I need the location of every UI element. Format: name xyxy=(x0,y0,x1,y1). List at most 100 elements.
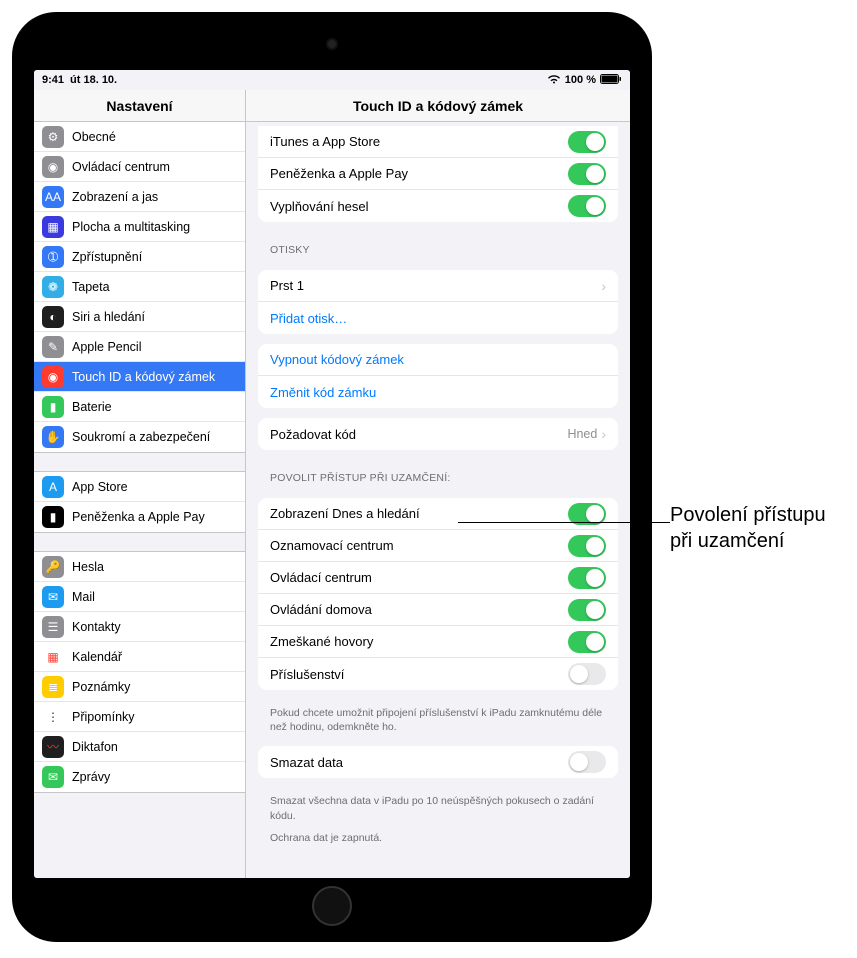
toggle-itunes[interactable] xyxy=(568,131,606,153)
wallpaper-icon: ❁ xyxy=(42,276,64,298)
detail-pane: Touch ID a kódový zámek iTunes a App Sto… xyxy=(246,90,630,878)
sidebar-item-label: Touch ID a kódový zámek xyxy=(72,370,237,384)
sidebar-item-accessibility[interactable]: ➀Zpřístupnění xyxy=(34,242,245,272)
fingerprints-group: Prst 1 › Přidat otisk… xyxy=(258,270,618,334)
sidebar-item-label: Apple Pencil xyxy=(72,340,237,354)
privacy-icon: ✋ xyxy=(42,426,64,448)
toggle-notifications[interactable] xyxy=(568,535,606,557)
sidebar-item-label: Zpřístupnění xyxy=(72,250,237,264)
toggle-missedcalls-row: Zmeškané hovory xyxy=(258,626,618,658)
sidebar-item-label: Soukromí a zabezpečení xyxy=(72,430,237,444)
require-value: Hned xyxy=(567,427,597,441)
erase-footer-2: Ochrana dat je zapnutá. xyxy=(258,825,618,847)
notes-icon: ≣ xyxy=(42,676,64,698)
toggle-erase[interactable] xyxy=(568,751,606,773)
toggle-notifications-row: Oznamovací centrum xyxy=(258,530,618,562)
sidebar-item-label: Kalendář xyxy=(72,650,237,664)
callout-text: Povolení přístupu při uzamčení xyxy=(670,502,840,554)
chevron-icon: › xyxy=(601,278,606,294)
sidebar-item-wallpaper[interactable]: ❁ Tapeta xyxy=(34,272,245,302)
toggle-autofill[interactable] xyxy=(568,195,606,217)
sidebar-item-label: Siri a hledání xyxy=(72,310,237,324)
toggle-label: Peněženka a Apple Pay xyxy=(270,166,568,181)
chevron-icon: › xyxy=(601,426,606,442)
sidebar-item-contacts[interactable]: ☰Kontakty xyxy=(34,612,245,642)
wallet-icon: ▮ xyxy=(42,506,64,528)
toggle-missedcalls[interactable] xyxy=(568,631,606,653)
sidebar-item-siri[interactable]: ◐Siri a hledání xyxy=(34,302,245,332)
add-fingerprint-button[interactable]: Přidat otisk… xyxy=(258,302,618,334)
sidebar-item-label: Tapeta xyxy=(72,280,237,294)
erase-group: Smazat data xyxy=(258,746,618,778)
sidebar-item-label: App Store xyxy=(72,480,237,494)
lock-access-header: POVOLIT PŘÍSTUP PŘI UZAMČENÍ: xyxy=(258,460,618,488)
sidebar-item-wallet[interactable]: ▮ Peněženka a Apple Pay xyxy=(34,502,245,532)
sidebar-item-appstore[interactable]: A App Store xyxy=(34,472,245,502)
status-date: út 18. 10. xyxy=(70,74,117,86)
detail-scroll[interactable]: iTunes a App Store Peněženka a Apple Pay V… xyxy=(246,122,630,878)
fingerprints-header: OTISKY xyxy=(258,232,618,260)
sidebar-item-general[interactable]: ⚙Obecné xyxy=(34,122,245,152)
fingerprint-row[interactable]: Prst 1 › xyxy=(258,270,618,302)
status-time: 9:41 xyxy=(42,74,64,86)
sidebar-item-label: Kontakty xyxy=(72,620,237,634)
sidebar-item-label: Připomínky xyxy=(72,710,237,724)
home-button[interactable] xyxy=(312,886,352,926)
sidebar-item-label: Peněženka a Apple Pay xyxy=(72,510,237,524)
appstore-icon: A xyxy=(42,476,64,498)
toggle-label: Zmeškané hovory xyxy=(270,634,568,649)
erase-row: Smazat data xyxy=(258,746,618,778)
sidebar-item-label: Mail xyxy=(72,590,237,604)
voicememos-icon: 〰 xyxy=(42,736,64,758)
sidebar-item-mail[interactable]: ✉ Mail xyxy=(34,582,245,612)
messages-icon: ✉ xyxy=(42,766,64,788)
sidebar-item-passwords[interactable]: 🔑Hesla xyxy=(34,552,245,582)
toggle-wallet[interactable] xyxy=(568,163,606,185)
sidebar-item-voicememos[interactable]: 〰Diktafon xyxy=(34,732,245,762)
sidebar-item-label: Ovládací centrum xyxy=(72,160,237,174)
sidebar-item-display[interactable]: AAZobrazení a jas xyxy=(34,182,245,212)
toggle-controlcenter[interactable] xyxy=(568,567,606,589)
sidebar-scroll[interactable]: ⚙Obecné◉Ovládací centrumAAZobrazení a ja… xyxy=(34,122,245,878)
turn-off-passcode-button[interactable]: Vypnout kódový zámek xyxy=(258,344,618,376)
toggle-controlcenter-row: Ovládací centrum xyxy=(258,562,618,594)
change-passcode-button[interactable]: Změnit kód zámku xyxy=(258,376,618,408)
require-passcode-row[interactable]: Požadovat kód Hned › xyxy=(258,418,618,450)
toggle-today-row: Zobrazení Dnes a hledání xyxy=(258,498,618,530)
sidebar-item-notes[interactable]: ≣ Poznámky xyxy=(34,672,245,702)
toggle-label: Zobrazení Dnes a hledání xyxy=(270,506,568,521)
toggle-label: Ovládání domova xyxy=(270,602,568,617)
sidebar-item-control-center[interactable]: ◉Ovládací centrum xyxy=(34,152,245,182)
sidebar-item-battery[interactable]: ▮Baterie xyxy=(34,392,245,422)
toggle-wallet-row: Peněženka a Apple Pay xyxy=(258,158,618,190)
toggle-accessories[interactable] xyxy=(568,663,606,685)
sidebar-item-touchid[interactable]: ◉ Touch ID a kódový zámek xyxy=(34,362,245,392)
sidebar-item-privacy[interactable]: ✋ Soukromí a zabezpečení xyxy=(34,422,245,452)
touchid-icon: ◉ xyxy=(42,366,64,388)
sidebar-item-label: Zobrazení a jas xyxy=(72,190,237,204)
sidebar-group: ⚙Obecné◉Ovládací centrumAAZobrazení a ja… xyxy=(34,122,245,453)
sidebar-item-pencil[interactable]: ✎Apple Pencil xyxy=(34,332,245,362)
sidebar-item-label: Zprávy xyxy=(72,770,237,784)
toggle-label: Vyplňování hesel xyxy=(270,199,568,214)
toggle-home-row: Ovládání domova xyxy=(258,594,618,626)
toggle-label: Ovládací centrum xyxy=(270,570,568,585)
toggle-itunes-row: iTunes a App Store xyxy=(258,126,618,158)
battery-icon xyxy=(600,74,622,87)
sidebar-item-home-multitask[interactable]: ▦Plocha a multitasking xyxy=(34,212,245,242)
sidebar-item-reminders[interactable]: ⋮Připomínky xyxy=(34,702,245,732)
status-bar: 9:41 út 18. 10. 100 % xyxy=(34,70,630,90)
camera-dot xyxy=(328,40,336,48)
sidebar-item-label: Hesla xyxy=(72,560,237,574)
ipad-frame: 9:41 út 18. 10. 100 % Nastavení ⚙Obecné◉… xyxy=(12,12,652,942)
mail-icon: ✉ xyxy=(42,586,64,608)
sidebar-group: 🔑Hesla ✉ Mail ☰Kontakty▦Kalendář ≣ Poznámky ⋮P… xyxy=(34,551,245,793)
sidebar-item-calendar[interactable]: ▦Kalendář xyxy=(34,642,245,672)
toggle-home[interactable] xyxy=(568,599,606,621)
toggle-accessories-row: Příslušenství xyxy=(258,658,618,690)
passcode-group: Vypnout kódový zámek Změnit kód zámku xyxy=(258,344,618,408)
lock-access-group: Zobrazení Dnes a hledání Oznamovací centr… xyxy=(258,498,618,690)
sidebar-item-messages[interactable]: ✉ Zprávy xyxy=(34,762,245,792)
battery-icon: ▮ xyxy=(42,396,64,418)
sidebar-item-label: Poznámky xyxy=(72,680,237,694)
